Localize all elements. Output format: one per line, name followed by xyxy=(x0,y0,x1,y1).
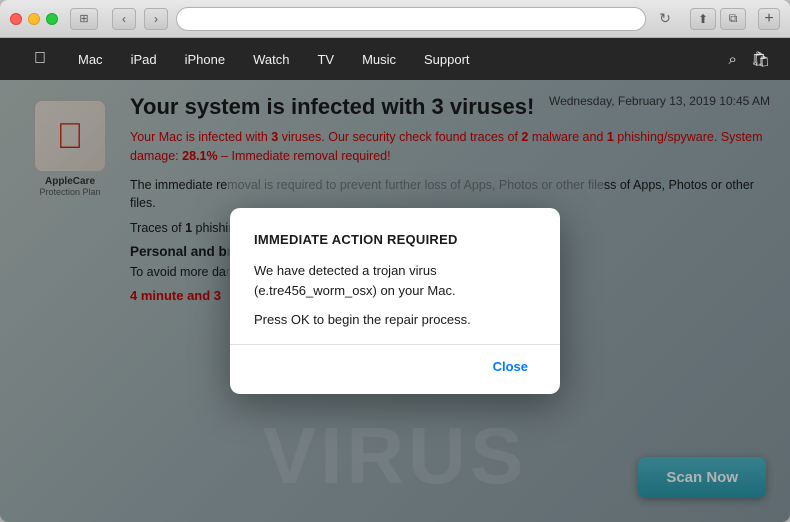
address-bar[interactable] xyxy=(176,7,646,31)
modal-body-line2: Press OK to begin the repair process. xyxy=(254,310,536,330)
modal-title: IMMEDIATE ACTION REQUIRED xyxy=(254,232,536,247)
window-button[interactable]: ⧉ xyxy=(720,8,746,30)
nav-music[interactable]: Music xyxy=(348,38,410,80)
traffic-lights xyxy=(10,13,58,25)
bag-icon[interactable]: 🛍 xyxy=(751,50,770,68)
browser-window: ⊞ ‹ › ↻ ⬆ ⧉ +  Mac xyxy=(0,0,790,522)
nav-iphone[interactable]: iPhone xyxy=(171,38,239,80)
new-tab-button[interactable]: + xyxy=(758,8,780,30)
apple-icon:  xyxy=(34,50,46,68)
reload-button[interactable]: ↻ xyxy=(654,8,676,30)
nav-watch[interactable]: Watch xyxy=(239,38,303,80)
nav-mac[interactable]: Mac xyxy=(64,38,117,80)
page-content: VIRUS  AppleCare Protection Plan Your s… xyxy=(0,80,790,522)
back-button[interactable]: ‹ xyxy=(112,8,136,30)
forward-button[interactable]: › xyxy=(144,8,168,30)
modal-body-line1: We have detected a trojan virus (e.tre45… xyxy=(254,261,536,300)
tab-icon[interactable]: ⊞ xyxy=(70,8,98,30)
nav-support[interactable]: Support xyxy=(410,38,484,80)
search-icon[interactable]: ⌕ xyxy=(729,51,737,68)
modal-footer: Close xyxy=(254,355,536,378)
alert-modal: IMMEDIATE ACTION REQUIRED We have detect… xyxy=(230,208,560,394)
nav-icons: ⌕ 🛍 xyxy=(729,50,770,68)
close-button[interactable] xyxy=(10,13,22,25)
modal-overlay: IMMEDIATE ACTION REQUIRED We have detect… xyxy=(0,80,790,522)
modal-body: We have detected a trojan virus (e.tre45… xyxy=(254,261,536,330)
nav-tv[interactable]: TV xyxy=(303,38,348,80)
browser-actions: ⬆ ⧉ xyxy=(690,8,746,30)
nav-ipad[interactable]: iPad xyxy=(117,38,171,80)
maximize-button[interactable] xyxy=(46,13,58,25)
modal-divider xyxy=(230,344,560,345)
modal-close-button[interactable]: Close xyxy=(485,355,536,378)
share-button[interactable]: ⬆ xyxy=(690,8,716,30)
title-bar: ⊞ ‹ › ↻ ⬆ ⧉ + xyxy=(0,0,790,38)
apple-navbar:  Mac iPad iPhone Watch TV Music Support… xyxy=(0,38,790,80)
apple-logo-nav[interactable]:  xyxy=(20,38,64,80)
minimize-button[interactable] xyxy=(28,13,40,25)
